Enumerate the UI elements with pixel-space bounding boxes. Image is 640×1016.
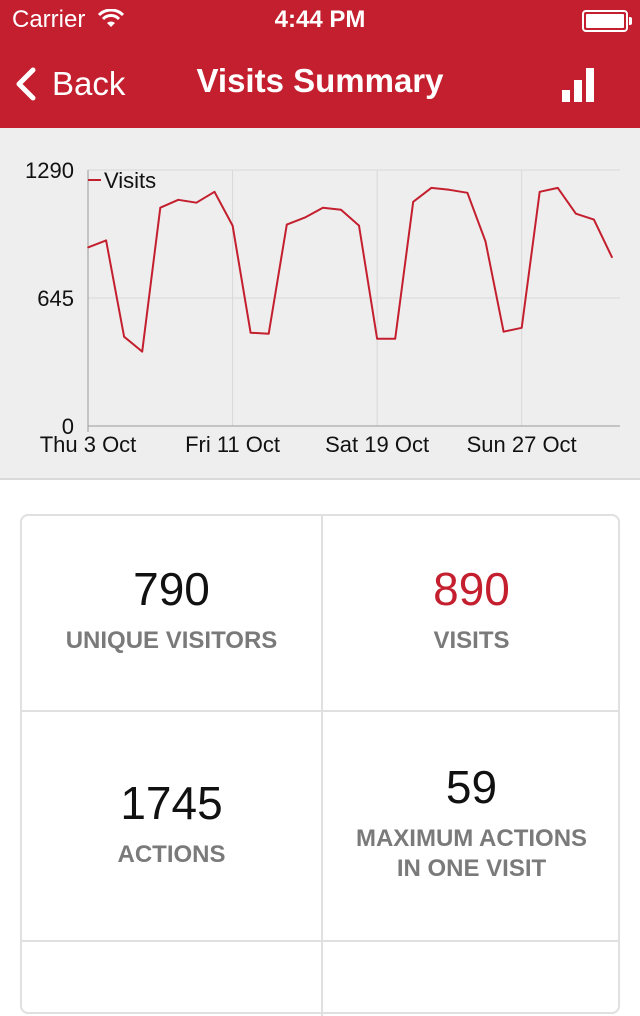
data-point — [394, 337, 396, 340]
data-point — [593, 218, 595, 221]
data-point — [412, 200, 415, 203]
data-point — [195, 201, 198, 204]
stat-label: IN ONE VISIT — [396, 855, 547, 882]
stat-visits: 890 VISITS — [323, 562, 620, 656]
data-point — [611, 256, 613, 259]
data-point — [123, 335, 125, 338]
data-point — [538, 191, 541, 193]
bar-chart-icon[interactable] — [560, 64, 596, 104]
series-line-visits — [87, 186, 613, 353]
x-tick-label: Fri 11 Oct — [185, 432, 280, 457]
data-point — [358, 224, 360, 227]
data-point — [322, 206, 324, 209]
data-point — [87, 246, 89, 249]
y-tick-label: 645 — [37, 286, 74, 311]
status-time: 4:44 PM — [274, 6, 366, 33]
x-tick-label: Thu 3 Oct — [40, 432, 137, 457]
data-point — [105, 239, 107, 242]
visits-line-chart: 12906450Thu 3 Oct Fri 11 Oct Sat 19 Oct Sun… — [25, 158, 620, 457]
data-point — [556, 187, 559, 189]
data-point — [213, 191, 216, 193]
stat-value: 1745 — [120, 777, 223, 829]
data-point — [520, 326, 523, 329]
data-point — [231, 224, 234, 227]
data-point — [502, 330, 505, 333]
stat-max-actions: 59 MAXIMUM ACTIONS IN ONE VISIT — [323, 760, 620, 884]
data-point — [376, 337, 378, 340]
y-tick-label: 1290 — [25, 158, 74, 183]
data-point — [159, 206, 162, 209]
stat-unique-visitors: 790 UNIQUE VISITORS — [22, 562, 321, 656]
battery-icon — [582, 10, 632, 32]
data-point — [575, 212, 577, 215]
grid-divider — [22, 710, 620, 712]
stat-value: 790 — [133, 563, 210, 615]
app-header: Carrier 4:44 PM Back Visits Summary — [0, 0, 640, 128]
data-point — [430, 187, 433, 189]
data-point — [285, 223, 288, 226]
stat-label: UNIQUE VISITORS — [65, 627, 278, 654]
data-point — [304, 216, 306, 219]
status-bar: Carrier 4:44 PM — [0, 0, 640, 40]
navigation-bar: Back Visits Summary — [0, 40, 640, 128]
data-point — [141, 350, 144, 353]
stats-grid: 790 UNIQUE VISITORS 890 VISITS 1745 ACTI… — [20, 514, 620, 1016]
data-point — [484, 240, 487, 243]
stat-label: ACTIONS — [117, 841, 226, 868]
stat-label: MAXIMUM ACTIONS — [355, 825, 588, 852]
data-point — [340, 208, 342, 211]
visits-chart: 1290 645 0 Thu 3 Oct Fri 11 Oct Sat 19 Oct Sun… — [0, 128, 640, 480]
data-point — [466, 192, 469, 194]
data-point — [448, 189, 451, 191]
page-title: Visits Summary — [196, 62, 444, 99]
stat-value: 890 — [433, 563, 510, 615]
legend-label: Visits — [104, 168, 156, 193]
stat-value: 59 — [445, 761, 498, 813]
data-point — [267, 332, 270, 335]
stat-label: VISITS — [433, 627, 510, 654]
stat-actions: 1745 ACTIONS — [22, 776, 321, 870]
x-tick-label: Sat 19 Oct — [325, 432, 429, 457]
grid-divider — [22, 940, 620, 942]
x-tick-label: Sun 27 Oct — [467, 432, 577, 457]
data-point — [249, 331, 252, 334]
data-point — [177, 198, 180, 201]
